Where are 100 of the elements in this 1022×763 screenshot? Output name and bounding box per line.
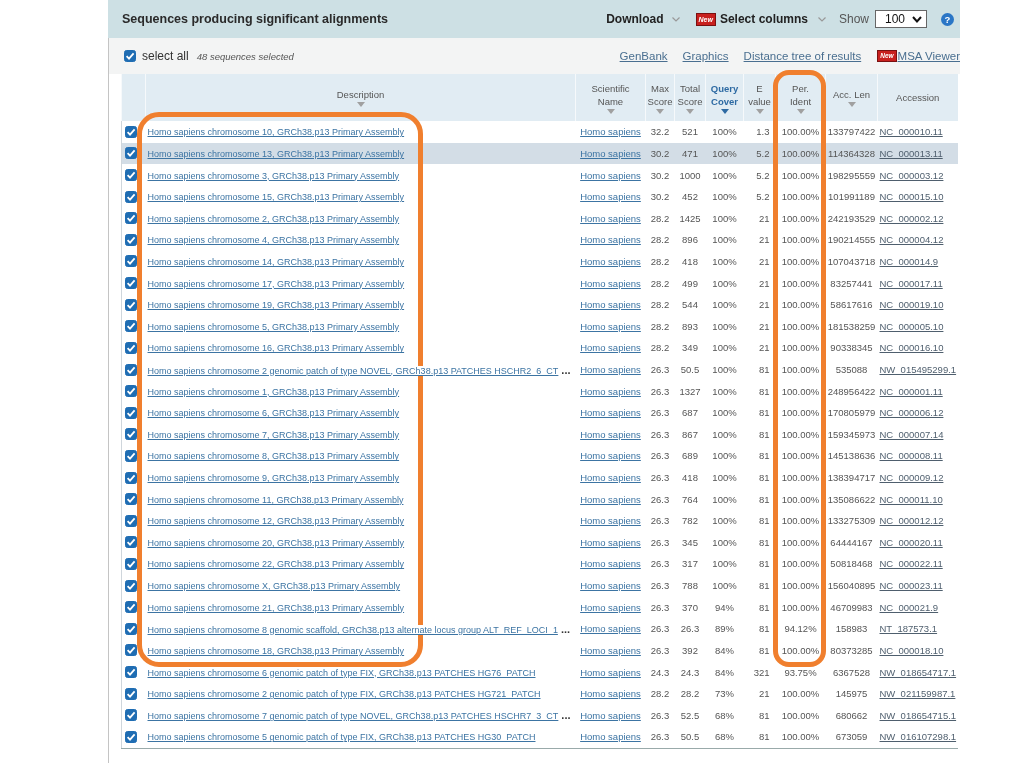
accession-link[interactable]: NC_000011.10 [879, 493, 943, 505]
description-link[interactable]: Homo sapiens chromosome 6, GRCh38.p13 Primary Assembly [147, 408, 400, 419]
description-link[interactable]: Homo sapiens chromosome 14, GRCh38.p13 Primary Assembly [147, 256, 405, 267]
organism-link[interactable]: Homo sapiens [580, 731, 641, 743]
accession-link[interactable]: NC_000012.12 [879, 515, 944, 527]
organism-link[interactable]: Homo sapiens [580, 580, 641, 592]
download-menu-button[interactable]: Download [606, 12, 680, 26]
description-link[interactable]: Homo sapiens chromosome X, GRCh38.p13 Primary Assembly [147, 581, 401, 592]
accession-link[interactable]: NW_018654715.1 [879, 709, 957, 721]
column-header[interactable]: Query Cover [705, 74, 744, 121]
accession-link[interactable]: NC_000006.12 [879, 407, 944, 419]
description-link[interactable]: Homo sapiens chromosome 17, GRCh38.p13 Primary Assembly [147, 278, 405, 289]
organism-link[interactable]: Homo sapiens [580, 493, 641, 505]
checkbox[interactable] [125, 730, 137, 743]
organism-link[interactable]: Homo sapiens [580, 234, 641, 246]
checkbox[interactable] [124, 50, 136, 62]
organism-link[interactable]: Homo sapiens [580, 450, 641, 462]
accession-link[interactable]: NC_000014.9 [879, 255, 939, 267]
checkbox[interactable] [125, 190, 137, 203]
description-link[interactable]: Homo sapiens chromosome 5 genomic patch of type FIX, GRCh38.p13 PATCHES HG30_PATCH [147, 732, 536, 743]
checkbox[interactable] [125, 558, 137, 570]
accession-link[interactable]: NC_000022.11 [879, 558, 943, 570]
select-all-label[interactable]: select all [142, 49, 189, 63]
checkbox[interactable] [125, 428, 137, 441]
column-header[interactable]: Scientific Name [575, 74, 646, 121]
accession-link[interactable]: NC_000016.10 [879, 342, 944, 354]
accession-link[interactable]: NC_000018.10 [879, 644, 944, 656]
description-link[interactable]: Homo sapiens chromosome 11, GRCh38.p13 Primary Assembly [147, 494, 404, 505]
accession-link[interactable]: NC_000015.10 [879, 191, 944, 203]
organism-link[interactable]: Homo sapiens [580, 515, 641, 527]
accession-link[interactable]: NW_015495299.1 [879, 364, 957, 375]
toolbar-link[interactable]: GenBank [619, 50, 668, 62]
checkbox[interactable] [125, 406, 137, 419]
checkbox[interactable] [125, 666, 137, 679]
column-header[interactable]: Description [145, 74, 576, 121]
accession-link[interactable]: NC_000007.14 [879, 428, 944, 440]
organism-link[interactable]: Homo sapiens [580, 407, 641, 419]
checkbox[interactable] [125, 255, 137, 268]
accession-link[interactable]: NW_021159987.1 [879, 688, 956, 700]
organism-link[interactable]: Homo sapiens [580, 364, 641, 375]
checkbox[interactable] [125, 601, 137, 614]
checkbox[interactable] [125, 169, 137, 181]
accession-link[interactable]: NC_000010.11 [879, 126, 943, 138]
organism-link[interactable]: Homo sapiens [580, 299, 641, 311]
accession-link[interactable]: NC_000002.12 [879, 212, 944, 224]
description-link[interactable]: Homo sapiens chromosome 3, GRCh38.p13 Primary Assembly [147, 170, 400, 181]
organism-link[interactable]: Homo sapiens [580, 536, 641, 548]
organism-link[interactable]: Homo sapiens [580, 277, 641, 289]
toolbar-link[interactable]: MSA Viewer [897, 50, 960, 62]
checkbox[interactable] [125, 320, 137, 333]
accession-link[interactable]: NC_000001.11 [879, 385, 943, 397]
checkbox[interactable] [125, 147, 137, 160]
accession-link[interactable]: NC_000017.11 [879, 277, 943, 289]
checkbox[interactable] [125, 363, 137, 376]
organism-link[interactable]: Homo sapiens [580, 126, 641, 138]
description-link[interactable]: Homo sapiens chromosome 1, GRCh38.p13 Primary Assembly [147, 386, 400, 397]
description-link[interactable]: Homo sapiens chromosome 18, GRCh38.p13 Primary Assembly [147, 645, 405, 656]
organism-link[interactable]: Homo sapiens [580, 212, 641, 224]
description-link[interactable]: Homo sapiens chromosome 12, GRCh38.p13 Primary Assembly [147, 516, 405, 527]
checkbox[interactable] [125, 687, 137, 700]
checkbox[interactable] [125, 709, 137, 722]
checkbox[interactable] [125, 514, 137, 527]
checkbox[interactable] [125, 277, 137, 290]
accession-link[interactable]: NW_018654717.1 [879, 666, 957, 678]
description-link[interactable]: Homo sapiens chromosome 7, GRCh38.p13 Primary Assembly [147, 429, 400, 440]
column-header[interactable]: Total Score [674, 74, 706, 121]
checkbox[interactable] [125, 341, 137, 354]
accession-link[interactable]: NW_016107298.1 [879, 731, 957, 743]
description-link[interactable]: Homo sapiens chromosome 19, GRCh38.p13 Primary Assembly [147, 300, 405, 311]
organism-link[interactable]: Homo sapiens [580, 385, 641, 397]
toolbar-link[interactable]: Graphics [682, 50, 729, 62]
organism-link[interactable]: Homo sapiens [580, 342, 641, 354]
organism-link[interactable]: Homo sapiens [580, 666, 641, 678]
organism-link[interactable]: Homo sapiens [580, 601, 641, 613]
description-link[interactable]: Homo sapiens chromosome 8, GRCh38.p13 Primary Assembly [147, 451, 400, 462]
organism-link[interactable]: Homo sapiens [580, 472, 641, 484]
checkbox[interactable] [125, 298, 137, 311]
organism-link[interactable]: Homo sapiens [580, 428, 641, 440]
checkbox[interactable] [125, 125, 137, 138]
accession-link[interactable]: NT_187573.1 [879, 623, 938, 635]
checkbox[interactable] [125, 536, 137, 549]
description-link[interactable]: Homo sapiens chromosome 8 genomic scaffold, GRCh38.p13 alternate locus group ALT_REF_LOCI_1 [147, 624, 558, 635]
organism-link[interactable]: Homo sapiens [580, 709, 641, 721]
description-link[interactable]: Homo sapiens chromosome 4, GRCh38.p13 Primary Assembly [147, 235, 400, 246]
description-link[interactable]: Homo sapiens chromosome 9, GRCh38.p13 Primary Assembly [147, 473, 400, 484]
checkbox[interactable] [125, 449, 137, 462]
checkbox[interactable] [125, 644, 137, 657]
accession-link[interactable]: NC_000020.11 [879, 536, 943, 548]
organism-link[interactable]: Homo sapiens [580, 255, 641, 267]
checkbox[interactable] [125, 471, 137, 484]
description-link[interactable]: Homo sapiens chromosome 16, GRCh38.p13 Primary Assembly [147, 343, 405, 354]
accession-link[interactable]: NC_000021.9 [879, 601, 939, 613]
organism-link[interactable]: Homo sapiens [580, 623, 641, 635]
description-link[interactable]: Homo sapiens chromosome 6 genomic patch of type FIX, GRCh38.p13 PATCHES HG76_PATCH [147, 667, 536, 678]
accession-link[interactable]: NC_000004.12 [879, 234, 944, 246]
checkbox[interactable] [125, 212, 137, 225]
checkbox[interactable] [125, 579, 137, 592]
organism-link[interactable]: Homo sapiens [580, 688, 641, 700]
description-link[interactable]: Homo sapiens chromosome 5, GRCh38.p13 Primary Assembly [147, 321, 400, 332]
accession-link[interactable]: NC_000019.10 [879, 299, 944, 311]
